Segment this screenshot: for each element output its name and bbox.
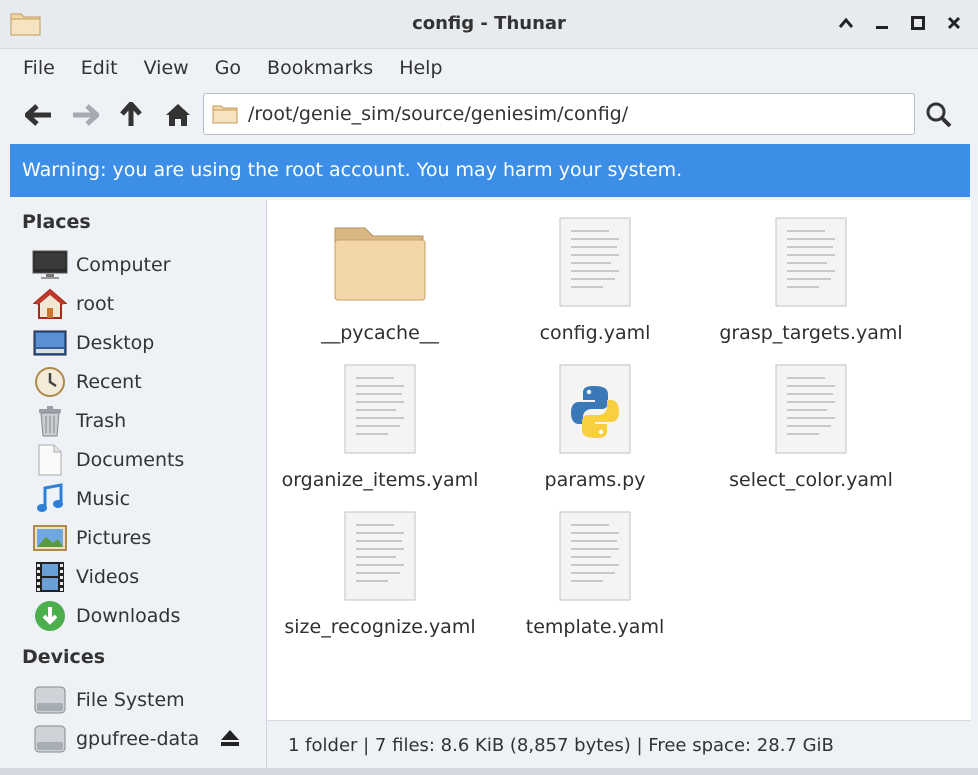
minimize-icon (876, 26, 888, 29)
home-icon (166, 104, 190, 126)
sidebar-item-label: Recent (76, 371, 142, 393)
desktop-icon (32, 326, 68, 360)
sidebar-item-documents[interactable]: Documents (32, 442, 262, 478)
sidebar-item-label: Music (76, 488, 131, 510)
home-button[interactable] (163, 100, 193, 130)
sidebar-item-trash[interactable]: Trash (32, 403, 262, 439)
forward-arrow-icon (73, 104, 99, 126)
file-name: template.yaml (525, 616, 665, 638)
window-title: config - Thunar (412, 13, 566, 34)
drive-icon (32, 683, 68, 717)
sidebar-item-label: root (76, 293, 115, 315)
file-item-select-color-yaml[interactable]: select_color.yaml (702, 355, 920, 501)
sidebar-item-label: Desktop (76, 332, 155, 354)
file-item-template-yaml[interactable]: template.yaml (486, 502, 704, 648)
close-icon (947, 16, 961, 30)
back-button[interactable] (24, 100, 54, 130)
sidebar-item-root[interactable]: root (32, 286, 262, 322)
sidebar-item-label: Pictures (76, 527, 152, 549)
places-title: Places (22, 211, 91, 233)
file-name: organize_items.yaml (281, 469, 479, 491)
root-warning-bar: Warning: you are using the root account.… (10, 144, 970, 197)
folder-icon (271, 214, 489, 310)
text-file-icon (486, 508, 704, 604)
text-file-icon (702, 214, 920, 310)
sidebar-item-desktop[interactable]: Desktop (32, 325, 262, 361)
music-icon (32, 482, 68, 516)
text-file-icon (702, 361, 920, 457)
pictures-icon (32, 521, 68, 555)
film-icon (32, 560, 68, 594)
folder-icon (212, 104, 238, 124)
menu-file[interactable]: File (10, 49, 68, 87)
sidebar-item-label: Downloads (76, 605, 181, 627)
document-icon (32, 443, 68, 477)
minimize-button[interactable] (872, 12, 892, 34)
drive-icon (32, 722, 68, 756)
menu-edit[interactable]: Edit (68, 49, 131, 87)
download-icon (32, 599, 68, 633)
file-name: params.py (544, 469, 646, 491)
file-name: grasp_targets.yaml (719, 322, 903, 344)
clock-icon (32, 365, 68, 399)
file-item-size-recognize-yaml[interactable]: size_recognize.yaml (271, 502, 489, 648)
text-file-icon (486, 214, 704, 310)
back-arrow-icon (25, 104, 51, 126)
sidebar-item-videos[interactable]: Videos (32, 559, 262, 595)
python-file-icon (486, 361, 704, 457)
text-file-icon (271, 361, 489, 457)
sidebar-item-label: Videos (76, 566, 140, 588)
trash-icon (32, 404, 68, 438)
toolbar: /root/genie_sim/source/geniesim/config/ (0, 88, 978, 142)
menu-bookmarks[interactable]: Bookmarks (254, 49, 386, 87)
status-bar: 1 folder | 7 files: 8.6 KiB (8,857 bytes… (266, 720, 970, 770)
menu-view[interactable]: View (131, 49, 202, 87)
sidebar-item-recent[interactable]: Recent (32, 364, 262, 400)
location-bar[interactable]: /root/genie_sim/source/geniesim/config/ (203, 93, 915, 135)
sidebar-item-pictures[interactable]: Pictures (32, 520, 262, 556)
forward-button[interactable] (70, 100, 100, 130)
file-item-config-yaml[interactable]: config.yaml (486, 208, 704, 354)
menu-help[interactable]: Help (386, 49, 455, 87)
menu-bar: File Edit View Go Bookmarks Help (0, 49, 978, 87)
menu-go[interactable]: Go (202, 49, 254, 87)
sidebar-item-downloads[interactable]: Downloads (32, 598, 262, 634)
thunar-window: config - Thunar File Edit View Go Bookma… (0, 0, 978, 775)
sidebar-item-computer[interactable]: Computer (32, 247, 262, 283)
sidebar-item-music[interactable]: Music (32, 481, 262, 517)
monitor-icon (32, 248, 68, 282)
sidebar-item-label: Trash (76, 410, 127, 432)
file-item-organize-items-yaml[interactable]: organize_items.yaml (271, 355, 489, 501)
restore-icon (911, 16, 925, 30)
sidebar-item-label: File System (76, 689, 185, 711)
sidebar-item-file-system[interactable]: File System (32, 682, 262, 718)
sidebar-item-label: Documents (76, 449, 185, 471)
chevron-up-icon (838, 17, 854, 28)
eject-icon[interactable] (220, 729, 242, 751)
up-arrow-icon (120, 102, 142, 126)
home-icon (32, 287, 68, 321)
restore-button[interactable] (908, 12, 928, 34)
devices-title: Devices (22, 646, 106, 668)
file-view[interactable]: __pycache__ config.yaml grasp_targets.ya… (266, 200, 971, 720)
search-button[interactable] (922, 98, 956, 132)
file-item-params-py[interactable]: params.py (486, 355, 704, 501)
file-item-grasp-targets-yaml[interactable]: grasp_targets.yaml (702, 208, 920, 354)
text-file-icon (271, 508, 489, 604)
title-bar[interactable]: config - Thunar (0, 0, 978, 49)
close-button[interactable] (944, 12, 964, 34)
maximize-button[interactable] (836, 12, 856, 34)
sidebar: Places Computer root Desktop Recent Tras… (10, 200, 266, 766)
search-icon (926, 102, 952, 128)
file-name: config.yaml (539, 322, 651, 344)
file-name: size_recognize.yaml (284, 616, 476, 638)
sidebar-item-label: Computer (76, 254, 171, 276)
file-name: select_color.yaml (729, 469, 893, 491)
file-name: __pycache__ (321, 322, 439, 344)
window-bottom-edge (0, 768, 978, 775)
sidebar-item-label: gpufree-data (76, 728, 200, 750)
file-item-pycache[interactable]: __pycache__ (271, 208, 489, 354)
location-path[interactable]: /root/genie_sim/source/geniesim/config/ (248, 103, 628, 125)
up-button[interactable] (116, 100, 146, 130)
